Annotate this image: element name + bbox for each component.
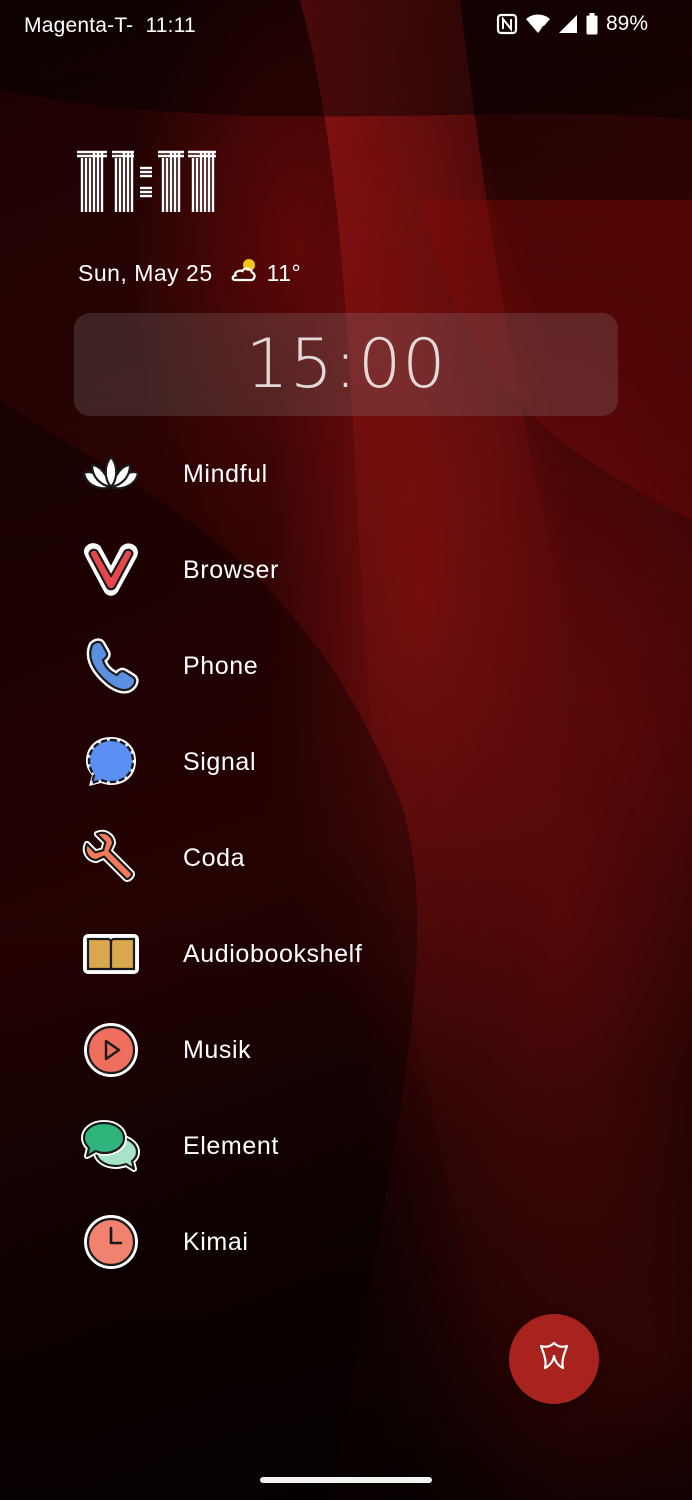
app-label: Audiobookshelf	[183, 939, 363, 968]
vivaldi-icon	[80, 539, 142, 601]
app-label: Signal	[183, 747, 257, 776]
phone-icon	[80, 635, 142, 697]
signal-chat-icon	[80, 731, 142, 793]
chat-bubbles-icon	[80, 1115, 142, 1177]
battery-icon	[586, 13, 598, 35]
app-label: Browser	[183, 555, 279, 584]
signal-icon	[558, 14, 578, 34]
app-item-musik[interactable]: Musik	[80, 1002, 500, 1098]
play-icon	[80, 1019, 142, 1081]
lotus-icon	[80, 443, 142, 505]
launcher-icon	[537, 1340, 571, 1379]
app-item-browser[interactable]: Browser	[80, 522, 500, 618]
date-weather-row[interactable]: Sun, May 25 11°	[78, 256, 301, 290]
svg-text:4: 4	[540, 25, 545, 34]
app-item-element[interactable]: Element	[80, 1098, 500, 1194]
app-list: Mindful Browser Phone Signal Coda Audiob…	[80, 426, 500, 1290]
nfc-icon	[496, 13, 518, 35]
app-item-coda[interactable]: Coda	[80, 810, 500, 906]
timer-widget-time: 15:00	[245, 325, 447, 404]
app-label: Element	[183, 1131, 279, 1160]
launcher-fab-button[interactable]	[509, 1314, 599, 1404]
app-item-audiobookshelf[interactable]: Audiobookshelf	[80, 906, 500, 1002]
wifi-icon: 4	[525, 14, 550, 34]
home-screen: Magenta-T- 11:11 4 89% Sun, May 25 11° 1…	[0, 0, 692, 1500]
big-clock-digits	[77, 150, 216, 212]
home-indicator[interactable]	[260, 1477, 432, 1483]
status-bar: Magenta-T- 11:11 4 89%	[0, 0, 692, 54]
app-label: Phone	[183, 651, 259, 680]
clock-icon	[80, 1211, 142, 1273]
app-item-signal[interactable]: Signal	[80, 714, 500, 810]
app-item-phone[interactable]: Phone	[80, 618, 500, 714]
status-right: 4 89%	[496, 12, 648, 36]
app-label: Coda	[183, 843, 246, 872]
partly-cloudy-icon	[229, 256, 259, 290]
wrench-icon	[80, 827, 142, 889]
app-label: Musik	[183, 1035, 252, 1064]
timer-widget[interactable]: 15:00	[74, 313, 618, 416]
temperature-label: 11°	[266, 259, 302, 286]
app-label: Mindful	[183, 459, 268, 488]
date-label: Sun, May 25	[78, 259, 213, 286]
app-label: Kimai	[183, 1227, 249, 1256]
battery-percent: 89%	[605, 12, 648, 35]
app-item-kimai[interactable]: Kimai	[80, 1194, 500, 1290]
big-clock[interactable]	[76, 150, 218, 217]
app-item-mindful[interactable]: Mindful	[80, 426, 500, 522]
status-time: 11:11	[145, 14, 196, 37]
status-left: Magenta-T- 11:11	[24, 14, 202, 38]
carrier-label: Magenta-T-	[24, 14, 134, 37]
book-icon	[80, 923, 142, 985]
